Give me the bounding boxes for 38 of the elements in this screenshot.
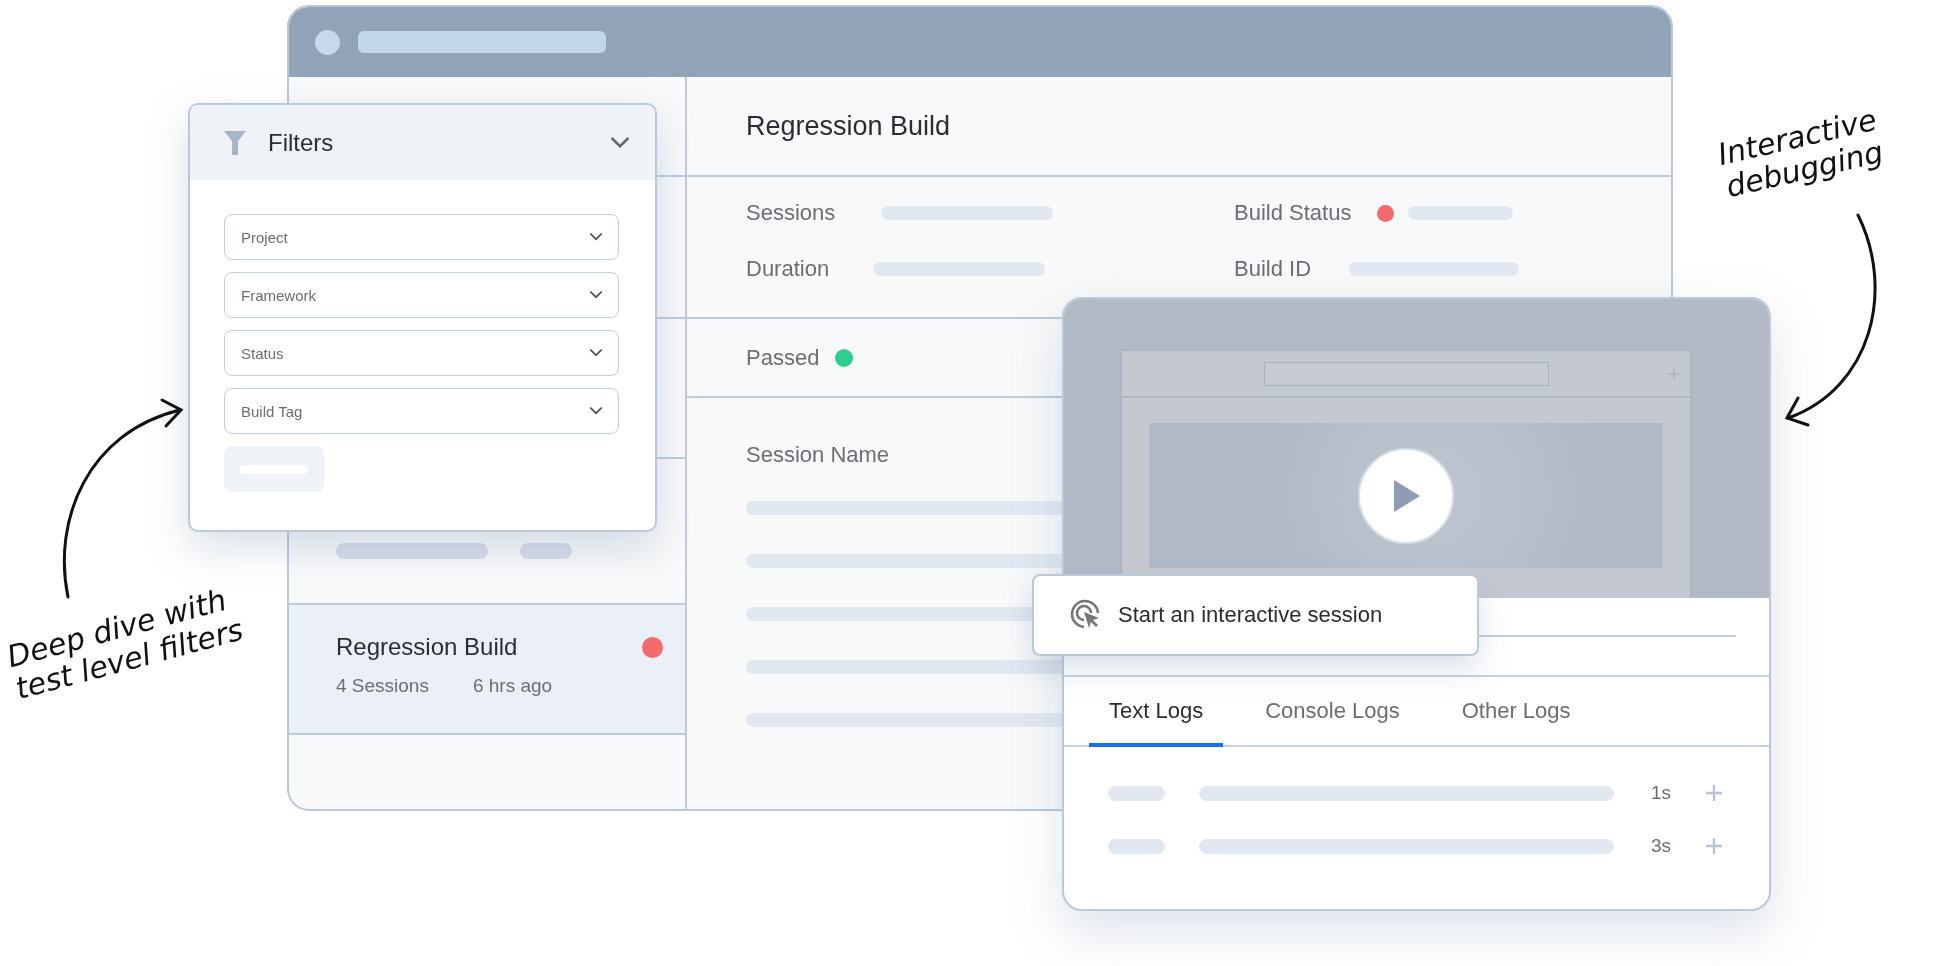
caret-icon xyxy=(590,349,602,357)
build-title: Regression Build xyxy=(336,633,518,661)
log-time: 1s xyxy=(1651,782,1673,804)
caret-icon xyxy=(590,233,602,241)
skeleton-bar xyxy=(1108,785,1165,801)
log-tab[interactable]: Other Logs xyxy=(1441,677,1591,747)
collapse-icon xyxy=(611,137,629,148)
plus-icon xyxy=(1668,367,1680,380)
info-label: Sessions xyxy=(746,200,836,226)
skeleton-bar xyxy=(520,543,572,559)
info-label: Duration xyxy=(746,256,830,282)
info-label: Build Status xyxy=(1234,200,1352,226)
caret-icon xyxy=(590,291,602,299)
info-label: Build ID xyxy=(1234,256,1312,282)
plus-icon[interactable] xyxy=(1705,784,1723,802)
log-tab[interactable]: Console Logs xyxy=(1245,677,1420,747)
column-heading: Session Name xyxy=(746,442,891,468)
session-count: 4 Sessions xyxy=(336,675,429,697)
log-tab[interactable]: Text Logs xyxy=(1089,677,1224,747)
filter-dropdown[interactable]: Project xyxy=(224,214,619,260)
build-time: 6 hrs ago xyxy=(472,675,553,697)
log-time: 3s xyxy=(1651,835,1673,857)
caret-icon xyxy=(590,407,602,415)
filter-dropdown[interactable]: Status xyxy=(224,330,619,376)
filter-dropdown[interactable]: Framework xyxy=(224,272,619,318)
build-list-item[interactable]: Regression Build 4 Sessions 6 hrs ago xyxy=(289,605,685,735)
interactive-session-button[interactable]: Start an interactive session xyxy=(1032,574,1479,656)
skeleton-bar xyxy=(1108,838,1165,854)
plus-icon[interactable] xyxy=(1705,837,1723,855)
build-title: Regression Build xyxy=(746,110,951,142)
play-icon xyxy=(1392,479,1420,512)
window-dot xyxy=(315,29,340,55)
filter-icon xyxy=(224,130,246,155)
filter-dropdown[interactable]: Build Tag xyxy=(224,388,619,434)
result-label: Passed xyxy=(746,344,820,371)
target-cursor-icon xyxy=(1070,599,1102,631)
panel-title: Filters xyxy=(268,128,335,157)
annotation: Deep dive with test level filters xyxy=(3,581,247,706)
